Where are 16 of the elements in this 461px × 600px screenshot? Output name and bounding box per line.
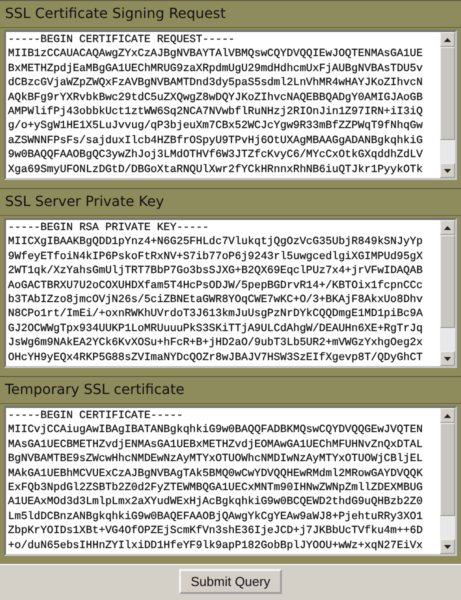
text-area-field[interactable]: -----BEGIN CERTIFICATE REQUEST----- MIIB1zCCAUACAQAwgZYxCzAJBgNVBAYTAlVBMQswCQYDVQQIEwJOQTENMAsGA1UE BxMETHZpdjEaMBgGA1UEChMRUG9zaXRpdmUgU29mdHdhcmUxFjAUBgNVBAsTDU5v dCBzcGVjaWZpZWQxFzAVBgNVBAMTDnd3dy5paS5sdml2LnVhMR4wHAYJKoZIhvcN AQkBFg9rYXRvbkBwc29tdC5uZXQwgZ8wDQYJKoZIhvcNAQEBBQADgY0AMIGJAoGB AMPWlifPj43obbkUct1ztWW6Sq2NCA7NVwbflRuNHzj2RIOnJin1Z97IRN+iI3iQ g/o+ySgW1HE1X5LuJvvug/qP3bjeuXm7CBx52WCJcYgw9R33mBfZZPWqT9fNhqGw aZSWNNFPsFs/sajduxIlcb4HZBfrOSpyU9TPvHj6OtUXAgMBAAGgADANBgkqhkiG 9w0BAQQFAAOBgQC3ywZhJoj3LMdOTHVf6W3JTZfcKvyC6/MYcCxOtkGXqddhZdLV Xga69SmyUFONLzDGtD/DBGoXtaRNQUlXwr2fYCkHRnnxRhNB6iuQTJkr1PyykOTk xyxy=(4,30,457,180)
scroll-down-icon[interactable] xyxy=(444,544,451,548)
section-heading: Temporary SSL certificate xyxy=(0,377,461,404)
scrollbar[interactable] xyxy=(440,32,455,178)
section-heading: SSL Server Private Key xyxy=(0,189,461,216)
scroll-up-icon[interactable] xyxy=(444,38,451,42)
section-heading: SSL Certificate Signing Request xyxy=(0,1,461,28)
scrollbar[interactable] xyxy=(440,220,455,366)
submit-button[interactable]: Submit Query xyxy=(178,568,282,594)
text-area-field[interactable]: -----BEGIN RSA PRIVATE KEY----- MIICXgIBAAKBgQDD1pYnz4+N6G25FHLdc7VlukqtjQgOzVcG35UbjR849kSNJyYp 9WfeyETfoiN4kIP6PskoFtRxNV+S7ib77oP6j9243rl5uwgcedlgiXGIMPUd95gX 2WT1qk/XzYahsGmUljTRT7BbP7Go3bsSJXG+B2QX69EqclPUz7x4+jrVFwIDAQAB AoGACTBRXU7U2oCOXUHDXfam5T4HcPsODJW/5pepBGDrvR14+/KBTOix1fcpnCCc b3TAbIZzo8jmcOVjN26s/5ciZBNEtaGWR8YOqCWE7wKC+O/3+BKAjF8AkxUo8Dhv N8CPo1rt/ImEi/+oxnRWKhUVrdoT3J613kmJuUsgPzNrDYkCQQDmgE1MD1piBc9A GJ2OCWWgTpx934UUKP1LoMRUuuuPkS3SKiTTjA9ULCdAhgW/DEAUHn6XE+RgTrJq JsWg6m9NAkEA2YCk6KvXOSu+hFcR+B+jHD2aO/9ubT3Lb5UR2+mVWGzYxhgOeg2x OHcYH9yEQx4RKP5G88sZVImaNYDcQOZr8wJBAJV7HSW3SzEIfXgevp8T/QDyGhCT xyxy=(4,218,457,368)
scroll-up-icon[interactable] xyxy=(444,226,451,230)
scroll-down-icon[interactable] xyxy=(444,356,451,360)
scroll-down-icon[interactable] xyxy=(444,168,451,172)
text-area-field[interactable]: -----BEGIN CERTIFICATE----- MIICvjCCAiugAwIBAgIBATANBgkqhkiG9w0BAQQFADBKMQswCQYDVQQGEwJVQTEN MAsGA1UECBMETHZvdjENMAsGA1UEBxMETHZvdjEOMAwGA1UEChMFUHNvZnQxDTAL BgNVBAMTBE9sZWcwHhcNMDEwNzAyMTYxOTUOWhcNMDIwNzAyMTYxOTUOWjCBljEL MAkGA1UEBhMCVUExCzAJBgNVBAgTAk5BMQ0wCwYDVQQHEwRMdml2MRowGAYDVQQK ExFQb3NpdGl2ZSBTb2Z0d2FyZTEWMBQGA1UECxMNTm90IHNwZWNpZmllZDEXMBUG A1UEAxMOd3d3LmlpLmx2aXYudWExHjAcBgkqhkiG9w0BCQEWD2thdG9uQHBzb2Z0 Lm5ldDCBnzANBgkqhkiG9w0BAQEFAAOBjQAwgYkCgYEAw9aWJ8+PjehtuRRy3XO1 ZbpKrYOIDs1XBt+VG4OfOPZEjScmKfVn3shE36IjeJCD+j7JKBbUcTVfku4m++6D +o/duN65ebsIHHnZYIlxiDD1HfeYF9lk9apP182GobBplJYOOU+wWz+xqN27EiVx xyxy=(4,406,457,556)
scroll-up-icon[interactable] xyxy=(444,414,451,418)
scrollbar[interactable] xyxy=(440,408,455,554)
